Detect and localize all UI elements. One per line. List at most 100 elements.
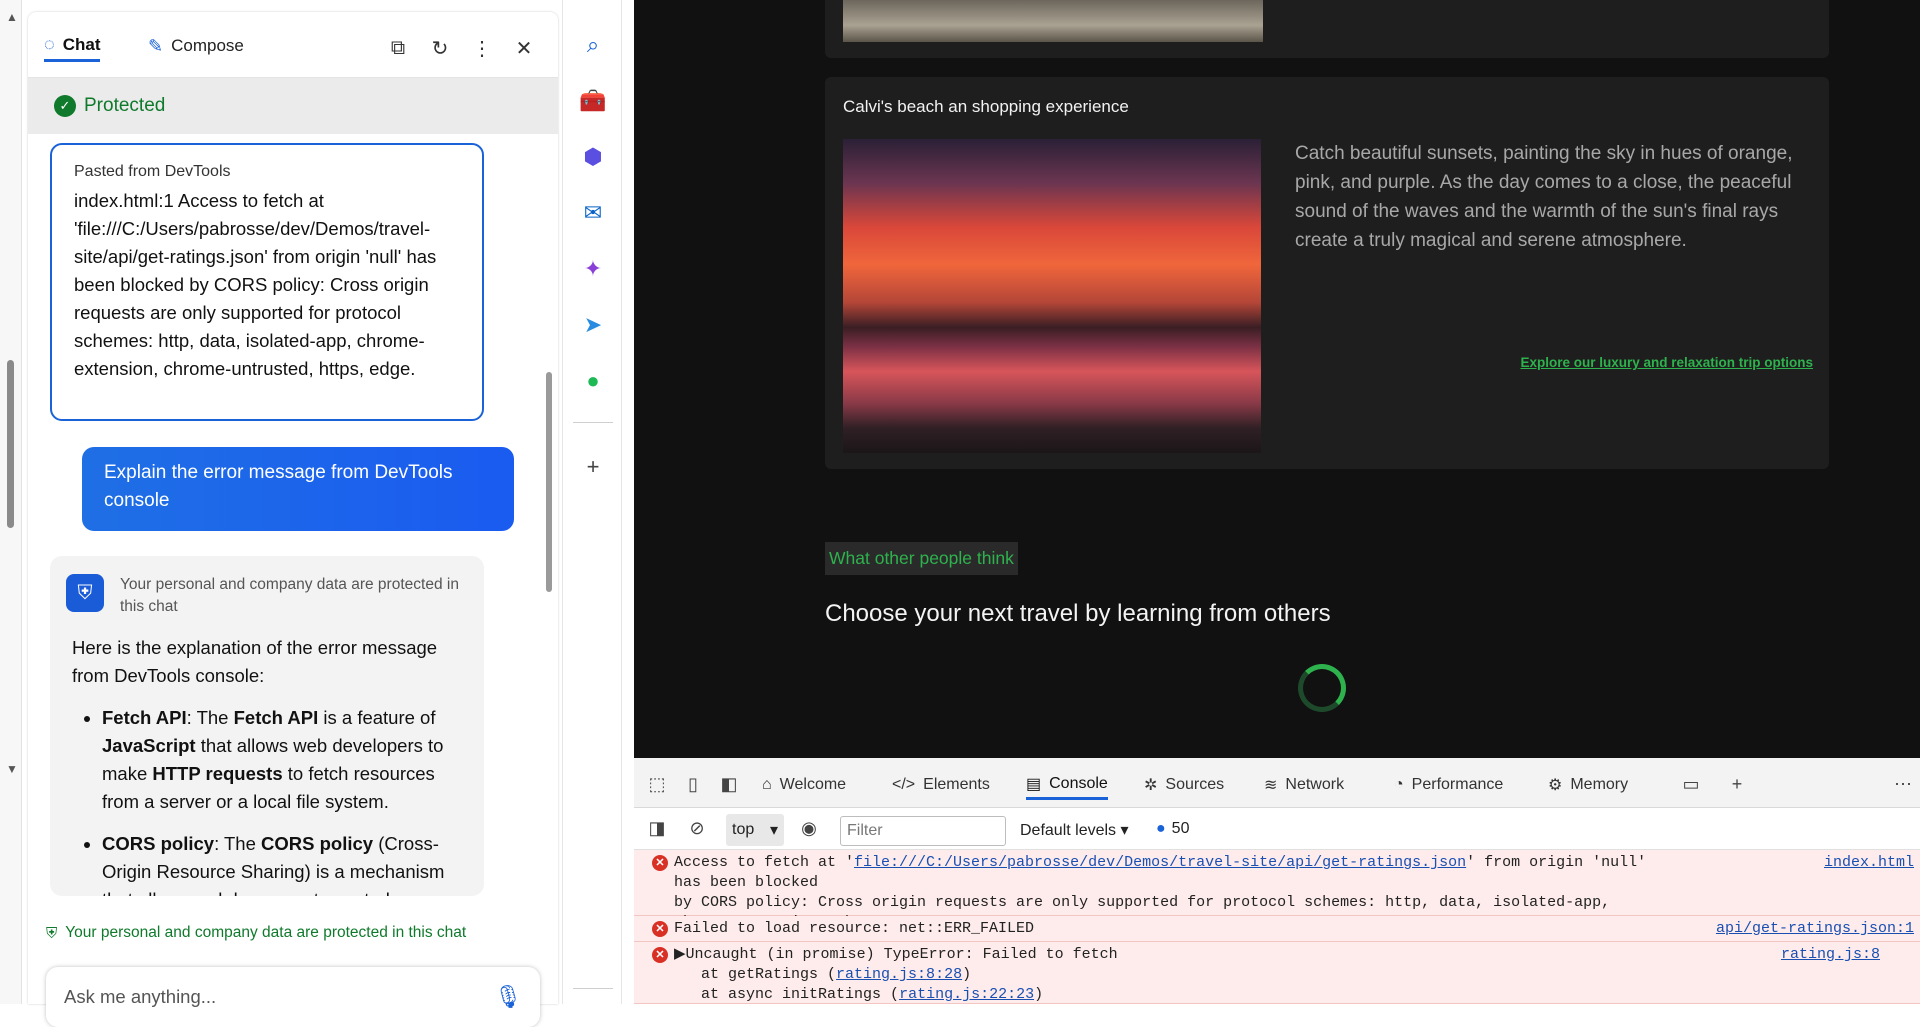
search-icon[interactable]: ⌕ bbox=[578, 30, 608, 60]
filter-input[interactable]: Filter bbox=[840, 816, 1006, 846]
context-selector[interactable]: top ▾ bbox=[726, 814, 784, 846]
source-link[interactable]: rating.js:8 bbox=[1781, 945, 1880, 965]
text: Access to fetch at ' bbox=[674, 854, 855, 871]
scroll-down-icon[interactable]: ▼ bbox=[6, 762, 18, 776]
tab-label: Console bbox=[1049, 774, 1108, 792]
refresh-icon[interactable]: ↻ bbox=[428, 36, 452, 60]
tab-label: Performance bbox=[1411, 776, 1504, 793]
scrollbar-thumb[interactable] bbox=[7, 360, 14, 528]
clear-console-icon[interactable]: ⊘ bbox=[684, 816, 710, 840]
tab-memory[interactable]: ⚙ Memory bbox=[1548, 770, 1628, 800]
text: at getRatings ( bbox=[674, 966, 837, 983]
tab-performance[interactable]: ◔ Performance bbox=[1394, 770, 1503, 800]
chat-icon: ◌ bbox=[44, 34, 55, 54]
left-scroll-edge: ▲ ▼ bbox=[0, 0, 22, 1004]
tab-chat-label: Chat bbox=[62, 34, 101, 54]
console-error-row[interactable]: ✕ Access to fetch at 'file:///C:/Users/p… bbox=[634, 850, 1920, 951]
trip-options-link[interactable]: Explore our luxury and relaxation trip o… bbox=[1520, 355, 1813, 370]
pasted-text: index.html:1 Access to fetch at 'file://… bbox=[74, 190, 442, 379]
console-error-row[interactable]: ✕ ▶Uncaught (in promise) TypeError: Fail… bbox=[634, 942, 1920, 1004]
stack-link[interactable]: rating.js:22:23 bbox=[899, 986, 1034, 1003]
bug-icon: ✲ bbox=[1144, 777, 1158, 794]
error-text: ▶Uncaught (in promise) TypeError: Failed… bbox=[674, 945, 1674, 1005]
microphone-icon[interactable]: 🎙 bbox=[494, 984, 522, 1010]
pane-divider bbox=[622, 0, 634, 1004]
tab-welcome[interactable]: ⌂ Welcome bbox=[762, 770, 846, 800]
text: is a feature of bbox=[318, 707, 436, 728]
outlook-icon[interactable]: ✉ bbox=[578, 198, 608, 228]
more-options-icon[interactable]: ⋮ bbox=[470, 36, 494, 60]
tab-network[interactable]: ≋ Network bbox=[1264, 770, 1344, 800]
wifi-icon: ≋ bbox=[1264, 777, 1278, 794]
device-emulation-icon[interactable]: ▯ bbox=[680, 772, 706, 796]
shield-icon: ⛨ bbox=[66, 574, 104, 612]
sidebar-divider bbox=[573, 422, 613, 423]
compose-icon: ✎ bbox=[148, 35, 164, 56]
dropdown-arrow-icon: ▾ bbox=[769, 822, 778, 839]
error-text: Failed to load resource: net::ERR_FAILED bbox=[674, 920, 1035, 937]
sunset-beach-photo bbox=[843, 139, 1261, 453]
shield-check-icon: ✓ bbox=[54, 95, 76, 117]
copilot-header: ◌ Chat ✎ Compose ⧉ ↻ ⋮ ✕ bbox=[28, 12, 558, 78]
issues-count: 50 bbox=[1171, 820, 1190, 837]
assistant-response: ⛨ Your personal and company data are pro… bbox=[50, 556, 484, 896]
tab-label: Memory bbox=[1570, 776, 1629, 793]
tab-compose[interactable]: ✎ Compose bbox=[148, 34, 244, 62]
close-icon[interactable]: ✕ bbox=[512, 36, 536, 60]
shield-check-icon: ⛨ bbox=[46, 924, 58, 942]
log-levels-dropdown[interactable]: Default levels ▾ bbox=[1020, 820, 1129, 840]
tab-label: Sources bbox=[1165, 776, 1225, 793]
error-icon: ✕ bbox=[652, 947, 668, 963]
console-icon: ▤ bbox=[1026, 775, 1042, 793]
bold-term: HTTP requests bbox=[152, 763, 283, 784]
add-icon[interactable]: + bbox=[578, 452, 608, 482]
tab-console[interactable]: ▤ Console bbox=[1026, 770, 1108, 800]
source-link[interactable]: api/get-ratings.json:1 bbox=[1716, 919, 1914, 939]
console-error-row[interactable]: ✕ Failed to load resource: net::ERR_FAIL… bbox=[634, 916, 1920, 942]
toolbox-icon[interactable]: 🧰 bbox=[578, 86, 608, 116]
dropdown-arrow-icon: ▾ bbox=[1120, 822, 1129, 839]
tab-elements[interactable]: </> Elements bbox=[892, 770, 990, 800]
inspect-element-icon[interactable]: ⬚ bbox=[644, 772, 670, 796]
scroll-up-icon[interactable]: ▲ bbox=[6, 10, 18, 24]
card-description: Catch beautiful sunsets, painting the sk… bbox=[1295, 143, 1793, 251]
pasted-message-card: Pasted from DevTools index.html:1 Access… bbox=[50, 143, 484, 421]
message-icon: ● bbox=[1156, 820, 1166, 837]
copilot-app-icon[interactable]: ⬢ bbox=[578, 142, 608, 172]
user-message: Explain the error message from DevTools … bbox=[82, 447, 514, 531]
bold-term: Fetch API bbox=[233, 707, 319, 728]
chat-scrollbar[interactable] bbox=[546, 372, 552, 592]
footer-note-text: Your personal and company data are prote… bbox=[65, 924, 467, 941]
designer-icon[interactable]: ✦ bbox=[578, 254, 608, 284]
tab-sources[interactable]: ✲ Sources bbox=[1144, 770, 1224, 800]
stack-link[interactable]: rating.js:8:28 bbox=[836, 966, 962, 983]
tab-chat[interactable]: ◌ Chat bbox=[44, 34, 101, 62]
issues-counter[interactable]: ● 50 bbox=[1156, 820, 1189, 838]
error-line: ▶Uncaught (in promise) TypeError: Failed… bbox=[674, 946, 1118, 963]
source-link[interactable]: index.html bbox=[1824, 853, 1914, 873]
dock-side-icon[interactable]: ◧ bbox=[716, 772, 742, 796]
send-icon[interactable]: ➤ bbox=[578, 310, 608, 340]
live-expression-eye-icon[interactable]: ◉ bbox=[796, 816, 822, 840]
open-new-window-icon[interactable]: ⧉ bbox=[386, 36, 410, 60]
list-item: CORS policy: The CORS policy (Cross-Orig… bbox=[102, 830, 462, 896]
levels-label: Default levels bbox=[1020, 822, 1117, 839]
section-heading: Choose your next travel by learning from… bbox=[825, 600, 1331, 627]
stack-line: at async initRatings (rating.js:22:23) bbox=[674, 985, 1674, 1005]
add-tab-icon[interactable]: + bbox=[1724, 772, 1750, 796]
tab-compose-label: Compose bbox=[171, 36, 244, 55]
spotify-icon[interactable]: ● bbox=[578, 366, 608, 396]
destination-card: Calvi's beach an shopping experience Cat… bbox=[825, 77, 1829, 469]
console-toolbar: ◨ ⊘ top ▾ ◉ Filter Default levels ▾ ● 50 bbox=[634, 808, 1920, 850]
panel-icon[interactable]: ▭ bbox=[1678, 772, 1704, 796]
tab-label: Elements bbox=[923, 776, 990, 793]
webpage: Calvi's beach an shopping experience Cat… bbox=[634, 0, 1920, 758]
tab-label: Network bbox=[1285, 776, 1345, 793]
chat-input-box[interactable]: 🎙 bbox=[46, 967, 540, 1027]
stack-line: at getRatings (rating.js:8:28) bbox=[674, 965, 1674, 985]
resource-link[interactable]: file:///C:/Users/pabrosse/dev/Demos/trav… bbox=[854, 854, 1466, 871]
text: : The bbox=[186, 707, 234, 728]
more-tools-icon[interactable]: ⋯ bbox=[1890, 772, 1916, 796]
sidebar-toggle-icon[interactable]: ◨ bbox=[644, 816, 670, 840]
chat-input[interactable] bbox=[64, 986, 464, 1008]
